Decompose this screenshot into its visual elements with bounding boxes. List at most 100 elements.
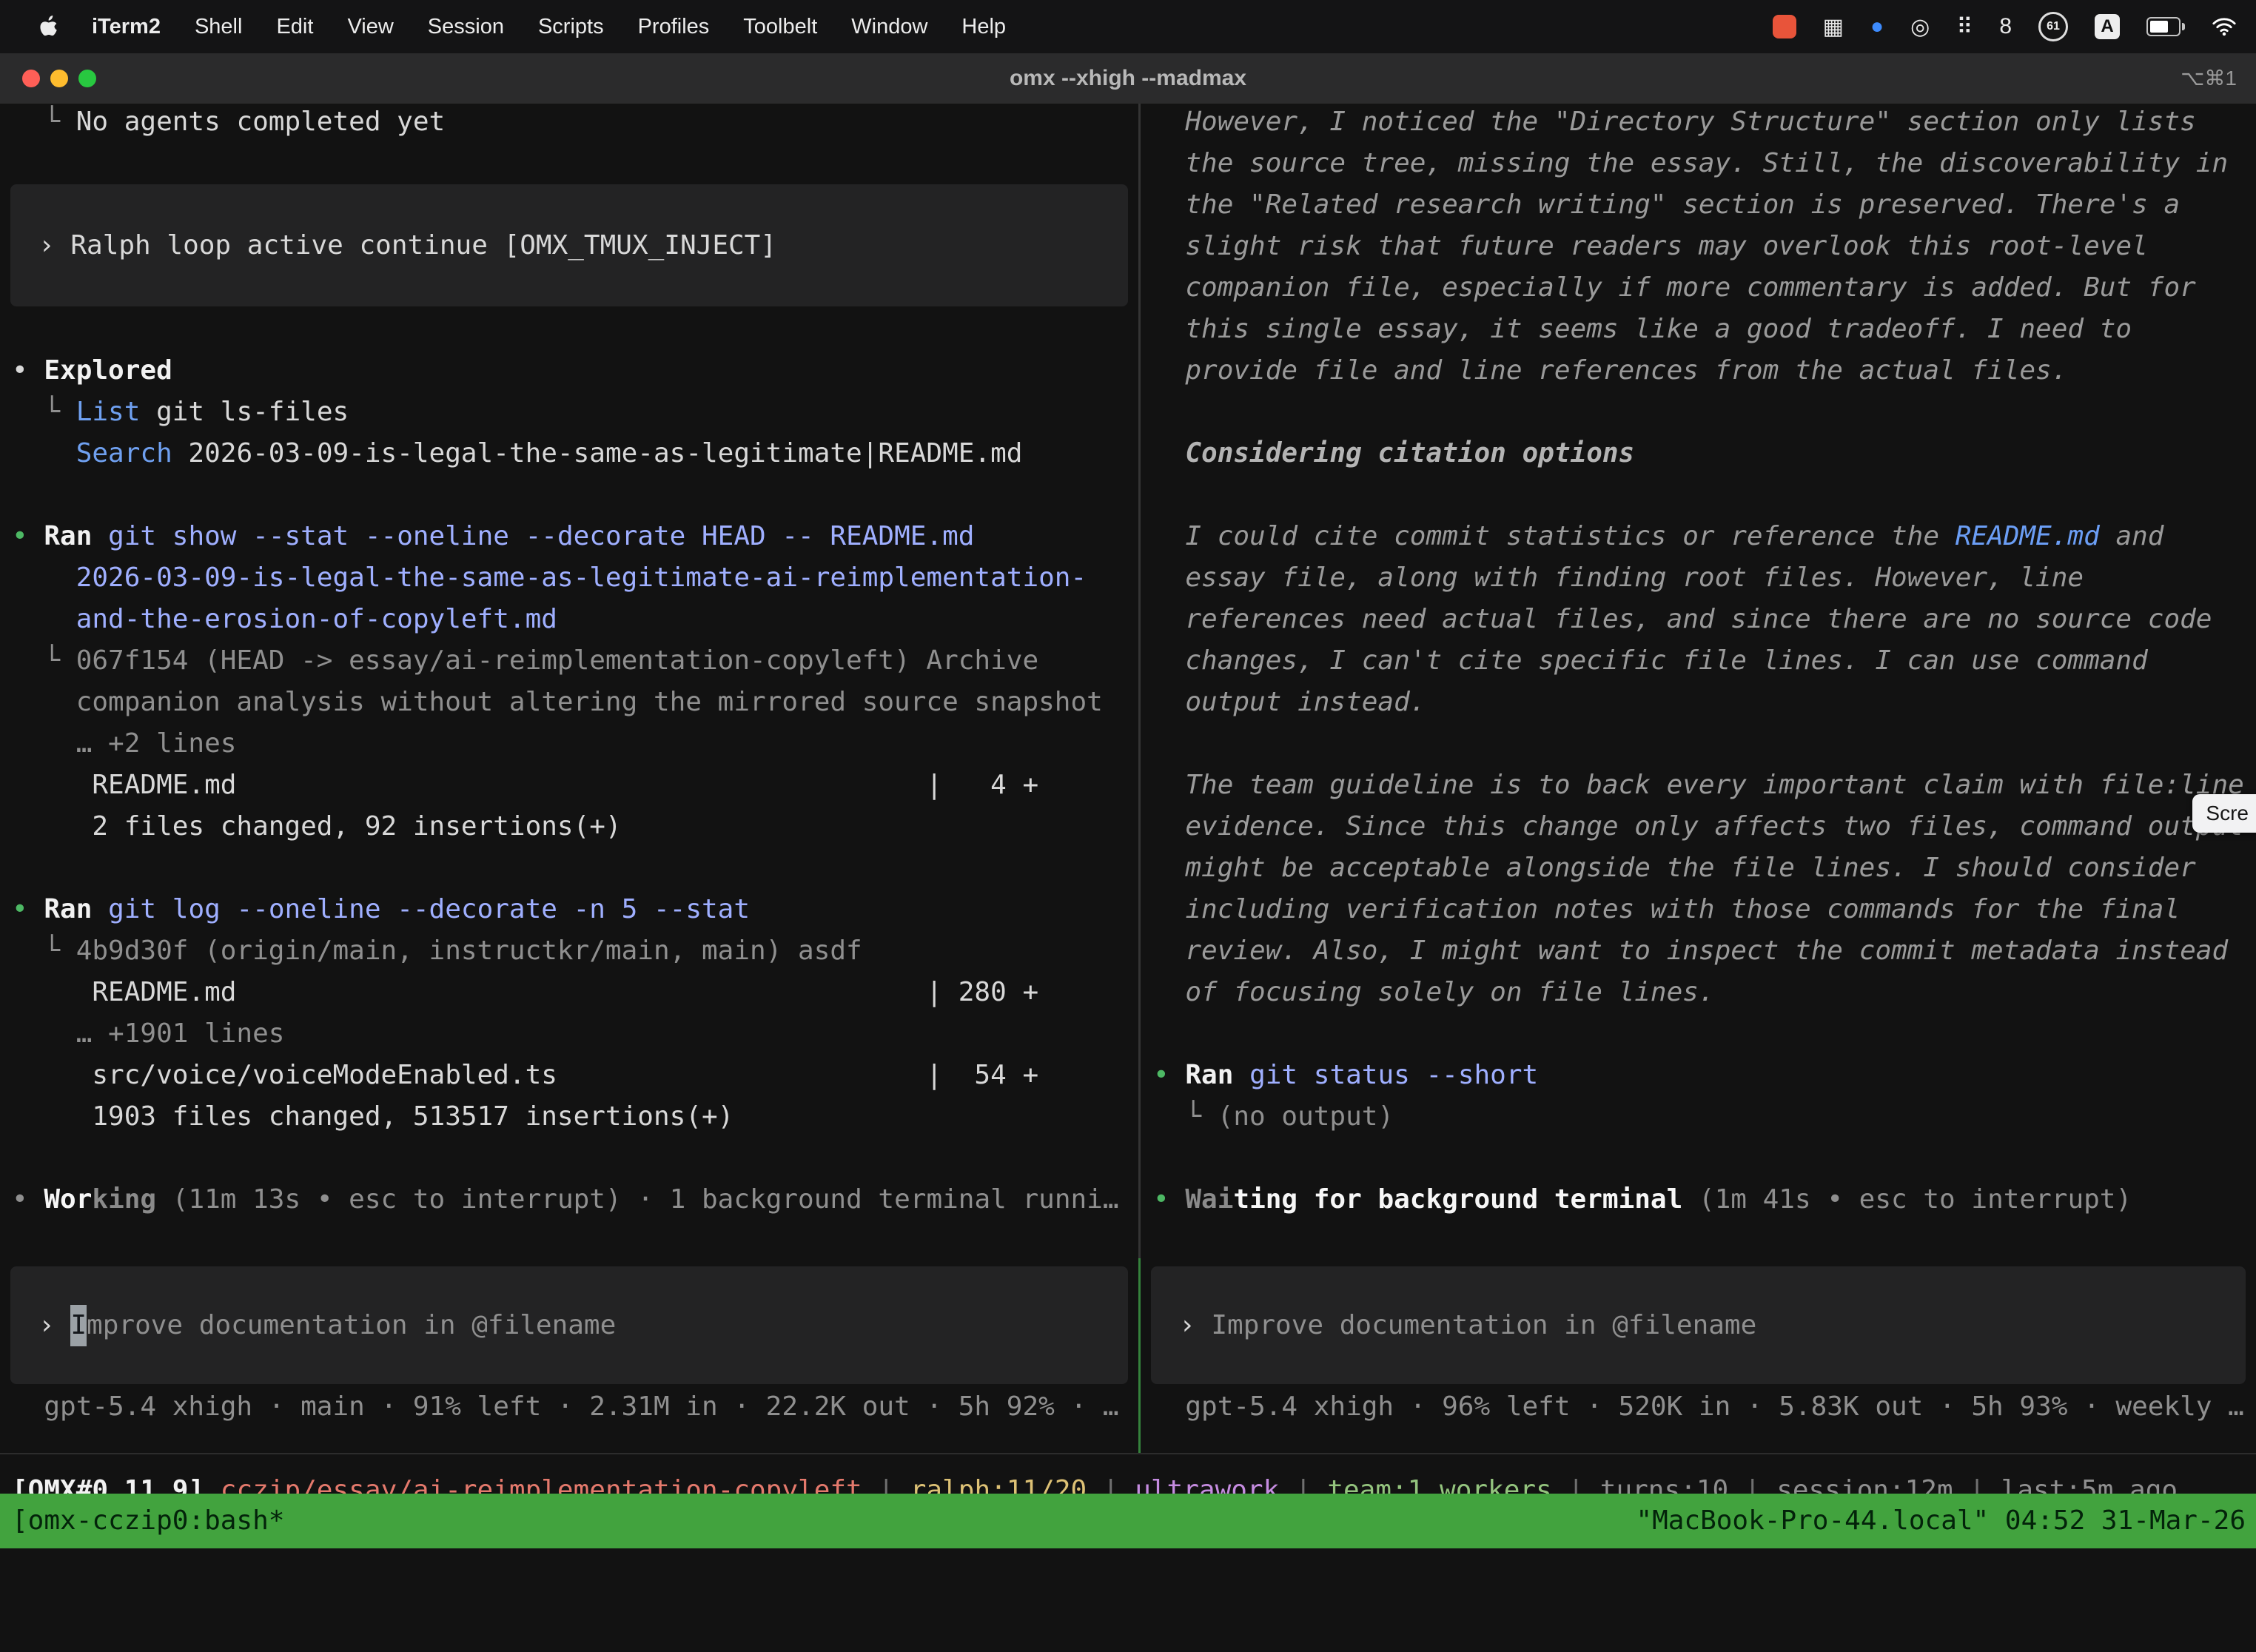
terminal-line: Considering citation options: [1153, 433, 2256, 474]
pane-divider-active-segment: [1138, 1258, 1141, 1453]
ralph-loop-banner: › Ralph loop active continue [OMX_TMUX_I…: [10, 184, 1128, 306]
text-segment: provide file and line references from th…: [1153, 355, 2067, 386]
terminal-content: └ No agents completed yet › Ralph loop ac…: [0, 104, 2256, 1652]
text-segment: •: [1153, 1060, 1185, 1090]
screen-edge-tooltip[interactable]: Scre: [2192, 794, 2256, 833]
text-segment: essay file, along with finding root file…: [1153, 563, 2084, 593]
text-segment: output instead.: [1153, 687, 1426, 717]
text-segment: (1m 41s • esc to interrupt): [1682, 1184, 2132, 1215]
text-segment: └ 4b9d30f (origin/main, instructkr/main,…: [12, 936, 862, 966]
menu-item-window[interactable]: Window: [851, 15, 927, 39]
terminal-line: src/voice/voiceModeEnabled.ts | 54 +: [12, 1055, 1132, 1096]
text-segment: src/voice/voiceModeEnabled.ts | 54 +: [12, 1060, 1038, 1090]
terminal-line: I could cite commit statistics or refere…: [1153, 516, 2256, 557]
text-segment: No agents completed yet: [76, 107, 446, 137]
right-terminal-pane: However, I noticed the "Directory Struct…: [1141, 104, 2256, 1453]
window-title: omx --xhigh --madmax: [0, 53, 2256, 104]
text-segment: [12, 438, 76, 469]
tmux-session-window: [omx-cczip0:bash*: [12, 1494, 284, 1548]
terminal-line: └ 067f154 (HEAD -> essay/ai-reimplementa…: [12, 640, 1132, 682]
grid-icon[interactable]: ▦: [1823, 14, 1844, 40]
terminal-line: companion file, especially if more comme…: [1153, 267, 2256, 309]
text-segment: ›: [1179, 1305, 1211, 1346]
menu-item-scripts[interactable]: Scripts: [538, 15, 604, 39]
terminal-line: • Ran git show --stat --oneline --decora…: [12, 516, 1132, 557]
text-segment: [1233, 1060, 1249, 1090]
battery-icon[interactable]: [2146, 17, 2185, 36]
text-segment: … +1901 lines: [12, 1018, 284, 1049]
text-segment: git status --short: [1249, 1060, 1538, 1090]
text-segment: git show --stat --oneline --decorate HEA…: [108, 521, 974, 551]
terminal-line: └ 4b9d30f (origin/main, instructkr/main,…: [12, 930, 1132, 972]
text-segment: └: [12, 397, 76, 427]
text-segment: the "Related research writing" section i…: [1153, 189, 2180, 220]
menu-item-toolbelt[interactable]: Toolbelt: [743, 15, 817, 39]
terminal-line: • Ran git log --oneline --decorate -n 5 …: [12, 889, 1132, 930]
terminal-line: review. Also, I might want to inspect th…: [1153, 930, 2256, 972]
text-segment: mprove documentation in @filename: [87, 1305, 616, 1346]
text-segment: Wai: [1185, 1184, 1233, 1215]
text-segment: •: [12, 894, 44, 924]
terminal-line: and-the-erosion-of-copyleft.md: [12, 599, 1132, 640]
terminal-line: … +1901 lines: [12, 1013, 1132, 1055]
text-segment: Explored: [44, 355, 172, 386]
text-segment: the source tree, missing the essay. Stil…: [1153, 148, 2228, 178]
screen-recording-icon[interactable]: [1773, 15, 1796, 38]
text-segment: gpt-5.4 xhigh · 96% left · 520K in · 5.8…: [1153, 1391, 2244, 1422]
menu-item-help[interactable]: Help: [961, 15, 1006, 39]
text-segment: 2 files changed, 92 insertions(+): [12, 811, 622, 842]
terminal-line: 2 files changed, 92 insertions(+): [12, 806, 1132, 847]
terminal-line: essay file, along with finding root file…: [1153, 557, 2256, 599]
text-segment: README.md | 280 +: [12, 977, 1038, 1007]
text-segment: ›: [38, 1305, 70, 1346]
text-segment: companion analysis without altering the …: [12, 687, 1103, 717]
input-source-icon[interactable]: A: [2095, 14, 2120, 39]
terminal-line: companion analysis without altering the …: [12, 682, 1132, 723]
text-segment: Search: [76, 438, 172, 469]
text-segment: Ran: [44, 521, 92, 551]
text-segment: Considering citation options: [1153, 438, 1634, 469]
text-segment: README.md | 4 +: [12, 770, 1038, 800]
prompt-input[interactable]: › Improve documentation in @filename: [10, 1266, 1128, 1384]
menu-item-profiles[interactable]: Profiles: [638, 15, 710, 39]
wifi-icon[interactable]: [2212, 17, 2237, 36]
dots-grid-icon[interactable]: ⠿: [1956, 14, 1973, 40]
text-segment: •: [12, 1184, 44, 1215]
text-segment: companion file, especially if more comme…: [1153, 272, 2196, 303]
blue-app-icon[interactable]: ●: [1870, 14, 1884, 39]
battery-percent-icon[interactable]: 61: [2038, 12, 2068, 41]
window-title-bar: omx --xhigh --madmax ⌥⌘1: [0, 53, 2256, 105]
text-segment: List: [76, 397, 141, 427]
text-segment: README.md: [1955, 521, 2100, 551]
menu-item-session[interactable]: Session: [428, 15, 504, 39]
pane-divider[interactable]: [1138, 104, 1141, 1453]
text-segment: However, I noticed the "Directory Struct…: [1153, 107, 2196, 137]
menu-item-shell[interactable]: Shell: [195, 15, 243, 39]
text-segment: Ralph loop active continue [OMX_TMUX_INJ…: [70, 225, 776, 266]
menu-bar-left: iTerm2 Shell Edit View Session Scripts Profile…: [0, 15, 1006, 39]
menu-item-view[interactable]: View: [347, 15, 393, 39]
text-segment: including verification notes with those …: [1153, 894, 2180, 924]
text-segment: evidence. Since this change only affects…: [1153, 811, 2244, 842]
terminal-line: gpt-5.4 xhigh · 96% left · 520K in · 5.8…: [1153, 1386, 2256, 1428]
menu-item-edit[interactable]: Edit: [276, 15, 313, 39]
text-segment: └ (no output): [1153, 1101, 1394, 1132]
text-segment: and-the-erosion-of-copyleft.md: [12, 604, 557, 634]
terminal-line: references need actual files, and since …: [1153, 599, 2256, 640]
text-segment: git ls-files: [140, 397, 349, 427]
apple-icon[interactable]: [38, 16, 58, 38]
prompt-input[interactable]: › Improve documentation in @filename: [1151, 1266, 2246, 1384]
app-8-icon[interactable]: 8: [1999, 14, 2012, 39]
text-segment: git log --oneline --decorate -n 5 --stat: [108, 894, 750, 924]
text-segment: Ran: [44, 894, 92, 924]
text-segment: •: [12, 355, 44, 386]
target-icon[interactable]: ◎: [1910, 14, 1930, 40]
text-segment: •: [12, 521, 44, 551]
text-segment: The team guideline is to back every impo…: [1153, 770, 2244, 800]
text-segment: this single essay, it seems like a good …: [1153, 314, 2132, 344]
text-segment: 2026-03-09-is-legal-the-same-as-legitima…: [172, 438, 1023, 469]
menu-item-iterm2[interactable]: iTerm2: [92, 15, 161, 39]
terminal-line: • Explored: [12, 350, 1132, 392]
terminal-line: However, I noticed the "Directory Struct…: [1153, 104, 2256, 143]
text-segment: Wor: [44, 1184, 92, 1215]
